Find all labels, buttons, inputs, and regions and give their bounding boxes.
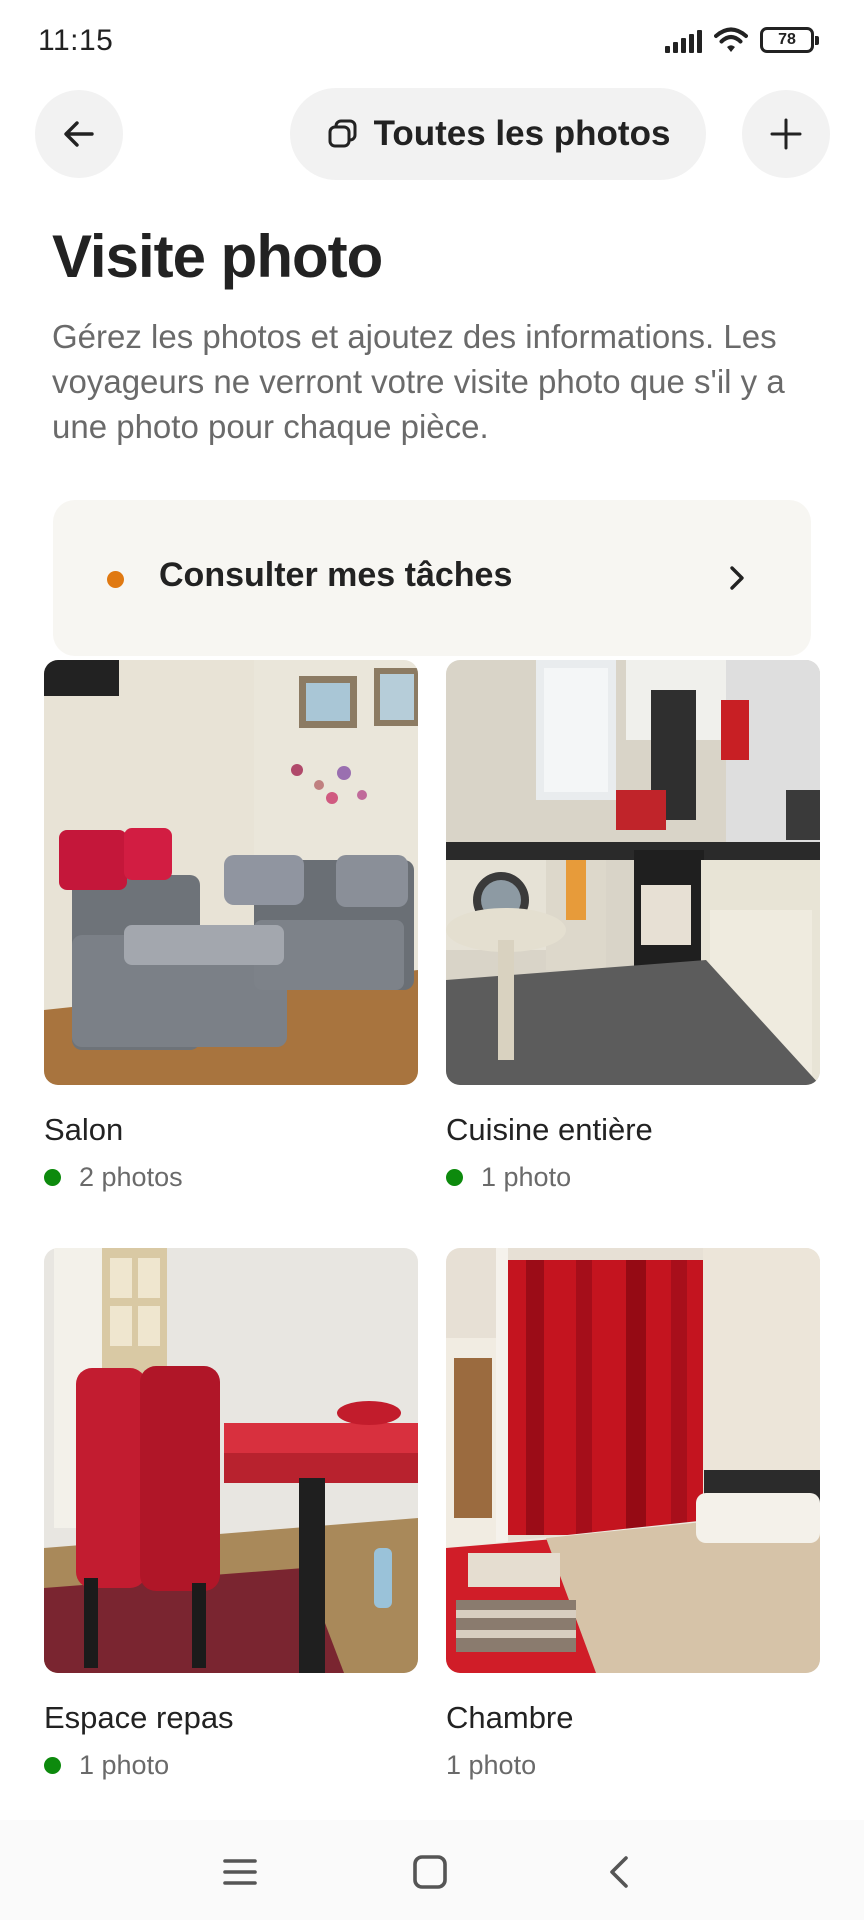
chevron-right-icon — [730, 566, 744, 590]
tasks-card[interactable]: Consulter mes tâches — [53, 500, 811, 656]
room-photo-chambre[interactable] — [446, 1248, 820, 1673]
page-title: Visite photo — [52, 223, 383, 290]
page-description: Gérez les photos et ajoutez des informat… — [52, 318, 785, 445]
room-name: Salon — [44, 1112, 124, 1147]
plus-icon — [770, 118, 802, 150]
room-status: 1 photo — [44, 1750, 169, 1781]
status-complete-dot — [44, 1757, 61, 1774]
home-button[interactable] — [406, 1848, 454, 1896]
room-card-salon[interactable]: Salon 2 photos — [44, 660, 418, 1192]
battery-icon: 78 — [760, 27, 819, 53]
back-button[interactable] — [35, 90, 123, 178]
room-photo-espace-repas[interactable] — [44, 1248, 418, 1673]
tasks-status-dot — [107, 571, 124, 588]
room-photo-cuisine[interactable] — [446, 660, 820, 1085]
room-status: 2 photos — [44, 1162, 183, 1193]
chevron-left-icon — [610, 1856, 628, 1888]
room-photo-salon[interactable] — [44, 660, 418, 1085]
status-bar: 11:15 78 — [0, 0, 864, 84]
arrow-left-icon — [64, 121, 94, 147]
all-photos-button[interactable]: Toutes les photos — [290, 88, 706, 180]
wifi-icon — [714, 27, 748, 52]
status-time: 11:15 — [38, 24, 114, 57]
status-complete-dot — [44, 1169, 61, 1186]
room-photo-count: 1 photo — [79, 1750, 170, 1780]
menu-icon — [223, 1859, 257, 1885]
tasks-label: Consulter mes tâches — [159, 556, 513, 594]
status-icons: 78 — [665, 26, 819, 54]
room-card-cuisine[interactable]: Cuisine entière 1 photo — [446, 660, 820, 1192]
signal-icon — [665, 27, 702, 53]
room-name: Chambre — [446, 1700, 574, 1735]
room-card-chambre[interactable]: Chambre 1 photo — [446, 1248, 820, 1780]
system-back-button[interactable] — [596, 1848, 644, 1896]
room-photo-count: 2 photos — [79, 1162, 183, 1192]
photos-stack-icon — [328, 119, 357, 148]
menu-button[interactable] — [216, 1848, 264, 1896]
room-status: 1 photo — [446, 1750, 536, 1781]
room-name: Cuisine entière — [446, 1112, 653, 1147]
system-nav-bar — [0, 1820, 864, 1920]
room-photo-count: 1 photo — [481, 1162, 572, 1192]
all-photos-label: Toutes les photos — [373, 114, 671, 153]
home-square-icon — [413, 1855, 447, 1889]
room-status: 1 photo — [446, 1162, 571, 1193]
add-room-button[interactable] — [742, 90, 830, 178]
room-photo-count: 1 photo — [446, 1750, 537, 1780]
room-card-espace-repas[interactable]: Espace repas 1 photo — [44, 1248, 418, 1780]
room-name: Espace repas — [44, 1700, 234, 1735]
status-complete-dot — [446, 1169, 463, 1186]
